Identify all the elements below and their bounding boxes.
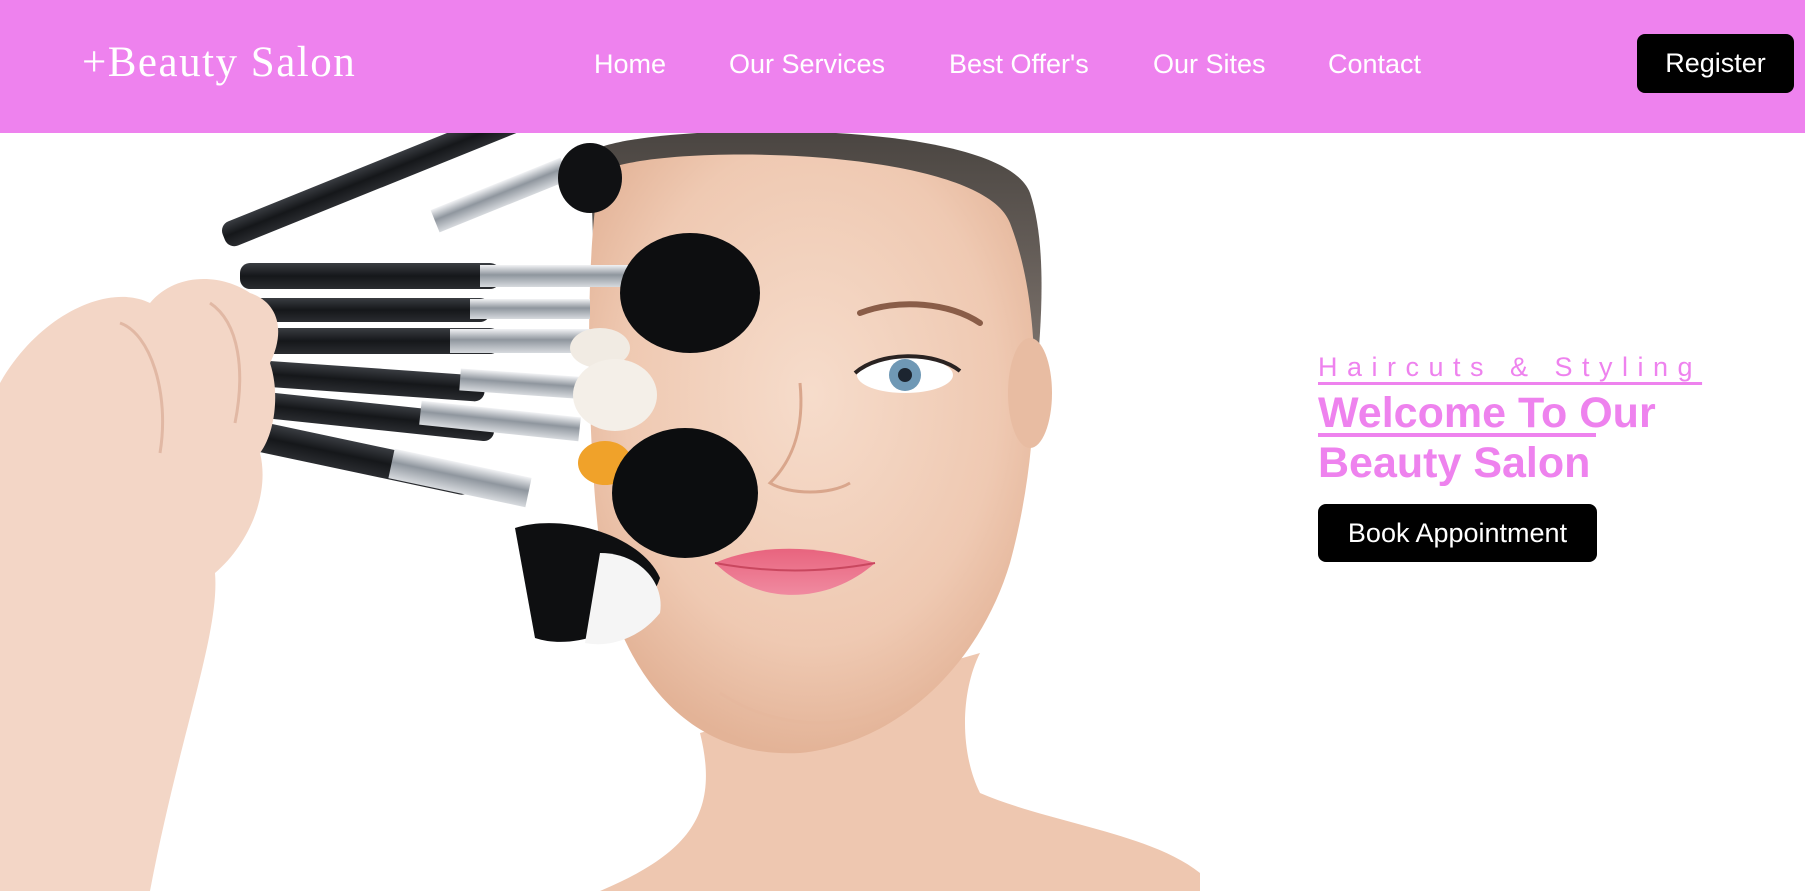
nav-our-sites-link[interactable]: Our Sites xyxy=(1153,44,1266,84)
hero-heading-line-1: Welcome To Our xyxy=(1318,389,1656,437)
hero-woman-brushes-image xyxy=(0,133,1200,891)
hero-heading: Welcome To Our Beauty Salon xyxy=(1318,388,1778,488)
hero-section: Haircuts & Styling Welcome To Our Beauty… xyxy=(0,133,1805,891)
hero-heading-line-2: Beauty Salon xyxy=(1318,439,1591,487)
register-button[interactable]: Register xyxy=(1637,34,1794,93)
hero-text-block: Haircuts & Styling Welcome To Our Beauty… xyxy=(1318,348,1778,562)
hero-heading-underline xyxy=(1318,433,1596,437)
site-header: +Beauty Salon Home Our Services Best Off… xyxy=(0,0,1805,133)
site-logo[interactable]: +Beauty Salon xyxy=(82,35,356,91)
hero-tagline: Haircuts & Styling xyxy=(1318,352,1703,382)
book-appointment-button[interactable]: Book Appointment xyxy=(1318,504,1597,562)
nav-our-services-link[interactable]: Our Services xyxy=(729,44,885,84)
nav-best-offers-link[interactable]: Best Offer's xyxy=(949,44,1089,84)
nav-home-link[interactable]: Home xyxy=(594,44,666,84)
nav-contact-link[interactable]: Contact xyxy=(1328,44,1421,84)
